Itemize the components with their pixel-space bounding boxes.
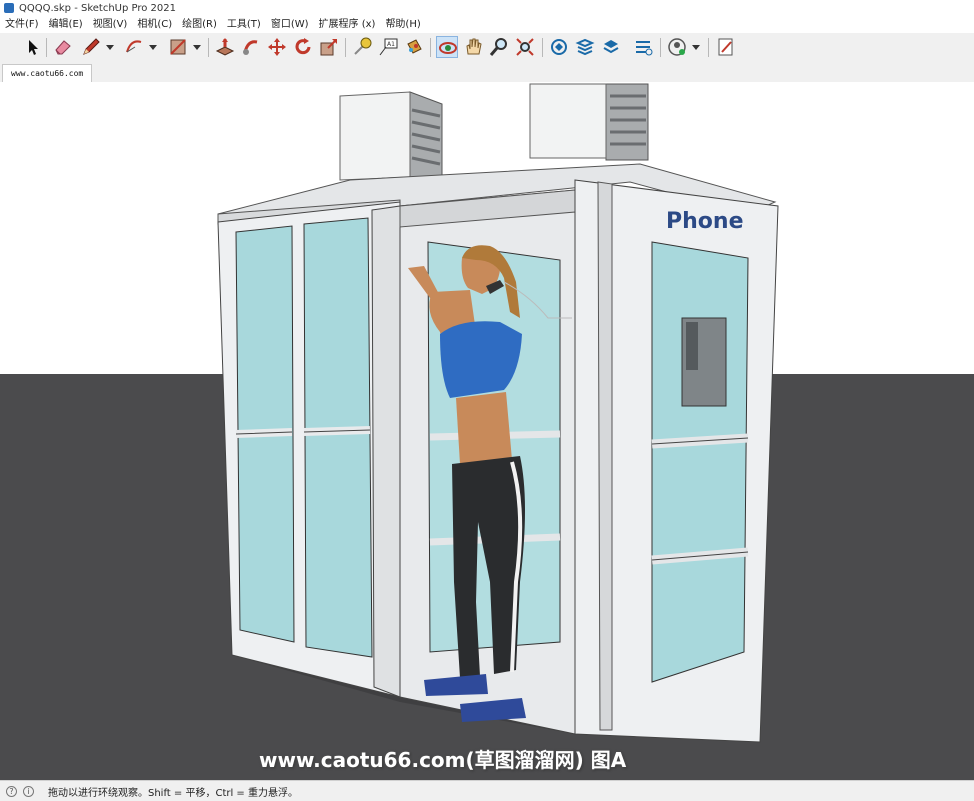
svg-text:A1: A1 (387, 41, 395, 48)
arc-dropdown-caret[interactable] (149, 45, 157, 50)
menu-camera[interactable]: 相机(C) (132, 16, 177, 33)
menu-draw[interactable]: 绘图(R) (177, 16, 222, 33)
select-arrow-icon[interactable] (21, 36, 43, 58)
status-message: 拖动以进行环绕观察。Shift = 平移，Ctrl = 重力悬浮。 (48, 787, 298, 799)
menu-tools[interactable]: 工具(T) (222, 16, 266, 33)
shape-dropdown-caret[interactable] (193, 45, 201, 50)
zoom-icon[interactable] (488, 36, 510, 58)
menu-extensions[interactable]: 扩展程序 (x) (314, 16, 381, 33)
watermark: www.caotu66.com(草图溜溜网) 图A (259, 748, 627, 772)
pan-icon[interactable] (462, 36, 484, 58)
text-icon[interactable]: A1 (377, 36, 399, 58)
booth-left-wall (217, 201, 401, 698)
account-icon[interactable] (666, 36, 688, 58)
main-toolbar: A1 (0, 33, 974, 63)
toolbar-separator (46, 38, 47, 57)
send-to-layout-icon[interactable] (715, 36, 737, 58)
title-bar: QQQQ.skp - SketchUp Pro 2021 (0, 0, 974, 16)
menu-file[interactable]: 文件(F) (0, 16, 44, 33)
toolbar-separator (542, 38, 543, 57)
menu-bar: 文件(F) 编辑(E) 视图(V) 相机(C) 绘图(R) 工具(T) 窗口(W… (0, 16, 974, 33)
account-dropdown-caret[interactable] (692, 45, 700, 50)
geolocation-icon[interactable]: ? (6, 785, 17, 797)
modeling-viewport[interactable]: Phone (0, 82, 974, 780)
menu-edit[interactable]: 编辑(E) (44, 16, 88, 33)
zoom-extents-icon[interactable] (514, 36, 536, 58)
window-title: QQQQ.skp - SketchUp Pro 2021 (19, 2, 177, 14)
push-pull-icon[interactable] (214, 36, 236, 58)
roof-hvac-unit-left (339, 91, 443, 181)
menu-help[interactable]: 帮助(H) (380, 16, 425, 33)
extension-manager-icon[interactable] (632, 36, 654, 58)
line-dropdown-caret[interactable] (106, 45, 114, 50)
move-icon[interactable] (266, 36, 288, 58)
status-bar: ? i 拖动以进行环绕观察。Shift = 平移，Ctrl = 重力悬浮。 (0, 780, 974, 801)
extension-warehouse-icon[interactable] (574, 36, 596, 58)
sketchup-app-icon (4, 3, 14, 13)
menu-view[interactable]: 视图(V) (88, 16, 133, 33)
rectangle-icon[interactable] (167, 36, 189, 58)
roof-hvac-unit-right (529, 83, 649, 161)
scene-tab[interactable]: www.caotu66.com (2, 64, 93, 82)
toolbar-separator (430, 38, 431, 57)
tape-measure-icon[interactable] (351, 36, 373, 58)
booth-right-wall (574, 179, 779, 743)
rotate-icon[interactable] (292, 36, 314, 58)
warehouse-icon[interactable] (548, 36, 570, 58)
toolbar-separator (708, 38, 709, 57)
pencil-line-icon[interactable] (80, 36, 102, 58)
toolbar-separator (208, 38, 209, 57)
phone-sign-text: Phone (666, 209, 743, 234)
toolbar-separator (345, 38, 346, 57)
scene-tab-bar: www.caotu66.com (0, 62, 974, 82)
eraser-icon[interactable] (52, 36, 74, 58)
follow-me-icon[interactable] (240, 36, 262, 58)
arc-icon[interactable] (123, 36, 145, 58)
menu-window[interactable]: 窗口(W) (266, 16, 314, 33)
toolbar-separator (660, 38, 661, 57)
paint-bucket-icon[interactable] (403, 36, 425, 58)
orbit-icon[interactable] (436, 36, 458, 58)
layout-icon[interactable] (600, 36, 622, 58)
info-icon[interactable]: i (23, 785, 34, 797)
scale-icon[interactable] (318, 36, 340, 58)
